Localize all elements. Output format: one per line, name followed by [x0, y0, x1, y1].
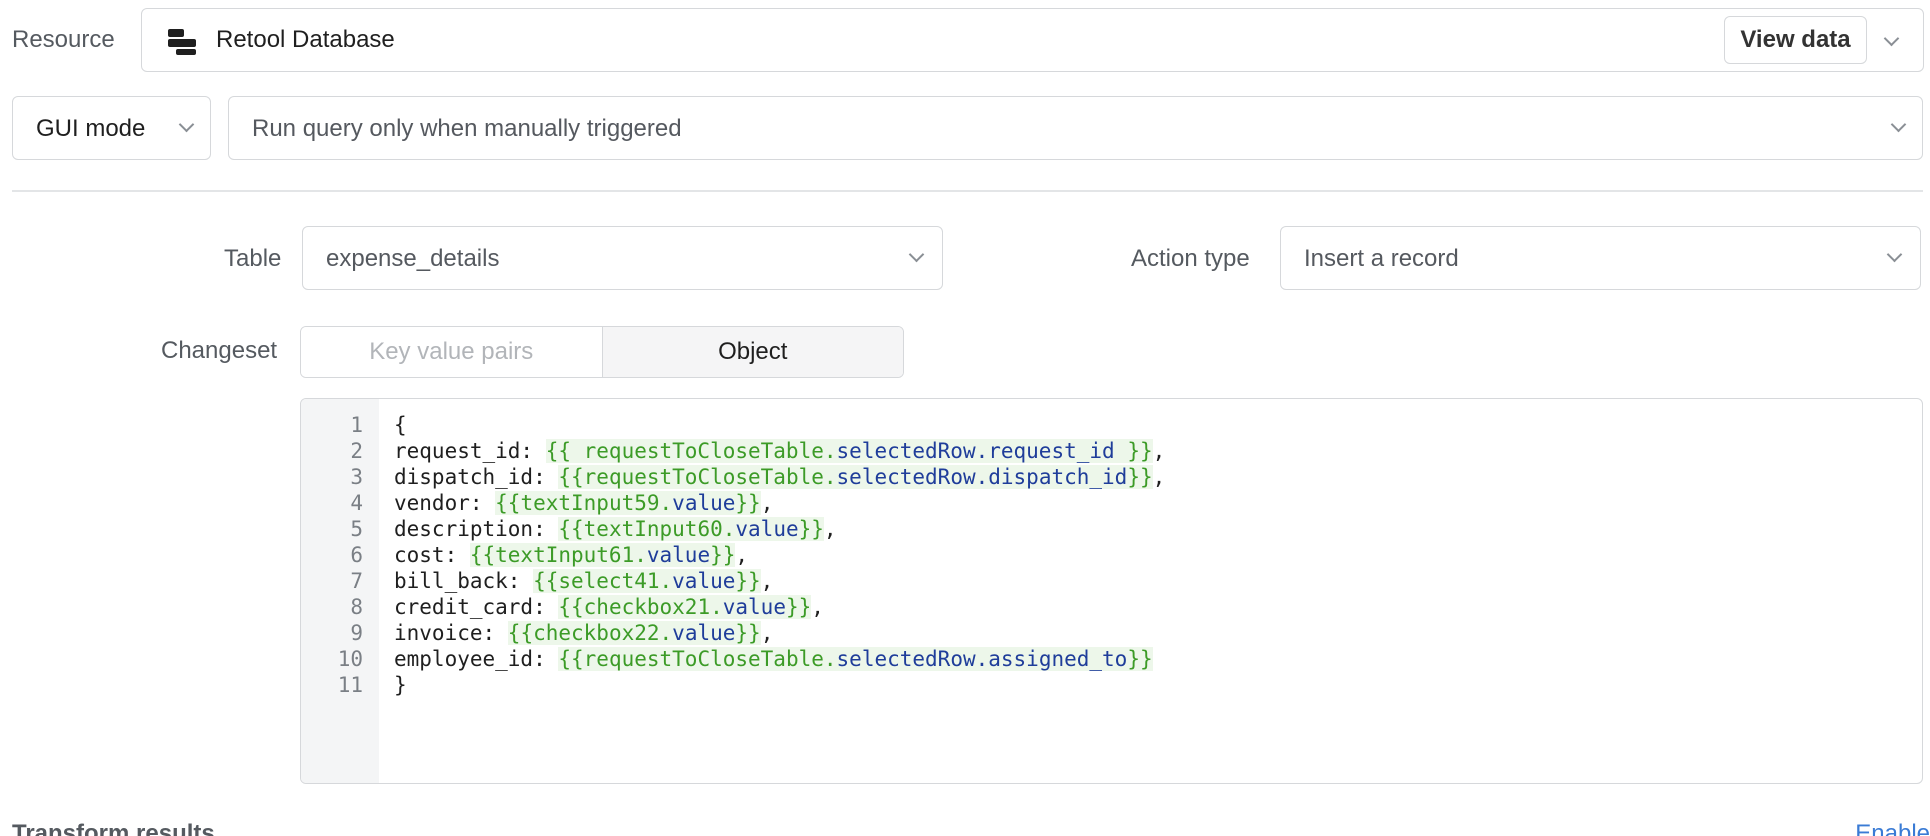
- resource-label: Resource: [12, 26, 115, 53]
- template-expression: {{textInput61.value}}: [469, 543, 736, 567]
- code-line: bill_back: {{select41.value}},: [394, 569, 773, 593]
- line-number: 4: [350, 491, 363, 515]
- query-mode-select[interactable]: GUI mode: [12, 96, 211, 160]
- table-value: expense_details: [326, 245, 500, 272]
- code-line: {: [394, 413, 407, 437]
- line-number: 3: [350, 465, 363, 489]
- code-key: employee_id:: [394, 647, 559, 671]
- chevron-down-icon[interactable]: [1883, 30, 1900, 47]
- code-line: vendor: {{textInput59.value}},: [394, 491, 773, 515]
- resource-select[interactable]: Retool Database View data: [141, 8, 1924, 72]
- code-punctuation: ,: [1152, 439, 1166, 463]
- code-punctuation: ,: [1152, 465, 1166, 489]
- table-select[interactable]: expense_details: [302, 226, 943, 290]
- line-number: 10: [337, 647, 363, 671]
- changeset-label: Changeset: [161, 337, 278, 364]
- code-line: invoice: {{checkbox22.value}},: [394, 621, 773, 645]
- template-expression: {{ requestToCloseTable.selectedRow.reque…: [545, 439, 1153, 463]
- object-tab[interactable]: Object: [602, 327, 903, 377]
- run-trigger-value: Run query only when manually triggered: [252, 115, 682, 142]
- code-key: bill_back:: [394, 569, 534, 593]
- code-line: cost: {{textInput61.value}},: [394, 543, 748, 567]
- line-number: 6: [350, 543, 363, 567]
- code-punctuation: ,: [811, 595, 824, 619]
- table-label: Table: [224, 245, 282, 272]
- code-punctuation: ,: [823, 517, 837, 541]
- template-expression: {{checkbox21.value}}: [558, 595, 812, 619]
- code-punctuation: ,: [760, 569, 774, 593]
- line-number: 5: [350, 517, 363, 541]
- template-expression: {{requestToCloseTable.selectedRow.assign…: [558, 647, 1153, 671]
- code-key: dispatch_id:: [394, 465, 559, 489]
- code-line: }: [394, 673, 407, 697]
- key-value-pairs-tab[interactable]: Key value pairs: [301, 327, 603, 377]
- run-trigger-select[interactable]: Run query only when manually triggered: [228, 96, 1923, 160]
- template-expression: {{textInput59.value}}: [495, 491, 761, 515]
- line-number: 8: [350, 595, 363, 619]
- code-line: employee_id: {{requestToCloseTable.selec…: [394, 647, 1153, 671]
- code-key: description:: [394, 517, 559, 541]
- line-number: 1: [350, 413, 363, 437]
- action-type-value: Insert a record: [1304, 245, 1459, 272]
- code-line: credit_card: {{checkbox21.value}},: [394, 595, 824, 619]
- code-punctuation: ,: [760, 491, 774, 515]
- code-line: request_id: {{ requestToCloseTable.selec…: [394, 439, 1165, 463]
- chevron-down-icon: [908, 246, 925, 263]
- changeset-toggle: Key value pairs Object: [300, 326, 904, 378]
- code-key: }: [394, 673, 407, 697]
- code-line: description: {{textInput60.value}},: [394, 517, 837, 541]
- line-number: 7: [350, 569, 363, 593]
- template-expression: {{requestToCloseTable.selectedRow.dispat…: [558, 465, 1153, 489]
- code-key: invoice:: [394, 621, 508, 645]
- chevron-down-icon: [1890, 116, 1907, 133]
- code-punctuation: ,: [760, 621, 774, 645]
- line-number: 2: [350, 439, 363, 463]
- template-expression: {{textInput60.value}}: [558, 517, 824, 541]
- code-line: dispatch_id: {{requestToCloseTable.selec…: [394, 465, 1165, 489]
- code-punctuation: ,: [735, 543, 749, 567]
- view-data-button[interactable]: View data: [1724, 16, 1867, 64]
- code-key: {: [394, 413, 407, 437]
- template-expression: {{checkbox22.value}}: [507, 621, 761, 645]
- retool-database-icon: [168, 29, 198, 55]
- code-key: vendor:: [394, 491, 496, 515]
- line-number-gutter: 1 2 3 4 5 6 7 8 9 10 11: [301, 399, 379, 783]
- action-type-label: Action type: [1131, 245, 1250, 272]
- code-key: credit_card:: [394, 595, 559, 619]
- query-mode-value: GUI mode: [36, 115, 146, 142]
- code-key: request_id:: [394, 439, 546, 463]
- resource-name: Retool Database: [216, 26, 395, 53]
- changeset-code-editor[interactable]: 1 2 3 4 5 6 7 8 9 10 11 {request_id: {{ requestToC…: [300, 398, 1923, 784]
- enable-transform-link[interactable]: Enable: [1855, 820, 1930, 836]
- line-number: 11: [337, 673, 363, 697]
- action-type-select[interactable]: Insert a record: [1280, 226, 1921, 290]
- section-divider: [12, 190, 1923, 192]
- code-key: cost:: [394, 543, 470, 567]
- line-number: 9: [350, 621, 363, 645]
- template-expression: {{select41.value}}: [533, 569, 761, 593]
- transform-results-label: Transform results: [12, 820, 215, 836]
- chevron-down-icon: [1886, 246, 1903, 263]
- chevron-down-icon: [178, 116, 195, 133]
